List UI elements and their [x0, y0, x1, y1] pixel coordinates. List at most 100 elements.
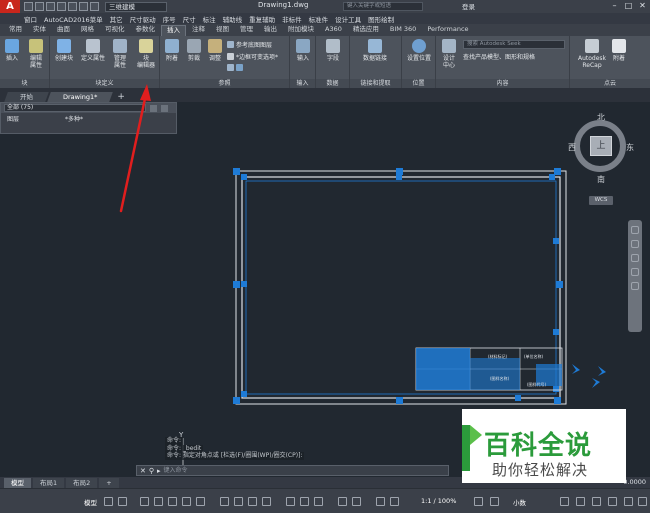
- field-button[interactable]: 字段: [321, 39, 345, 62]
- new-icon[interactable]: [24, 2, 33, 11]
- insert-block-button[interactable]: 插入: [0, 39, 24, 62]
- snap-icon[interactable]: [118, 497, 127, 506]
- model-space-button[interactable]: 模型: [84, 497, 97, 507]
- open-icon[interactable]: [35, 2, 44, 11]
- annotation-visibility-icon[interactable]: [338, 497, 347, 506]
- grid-icon[interactable]: [104, 497, 113, 506]
- tab-featured-apps[interactable]: 精选应用: [348, 25, 384, 36]
- edit-attribute-button[interactable]: 编辑 属性: [24, 39, 48, 69]
- tab-model[interactable]: 模型: [4, 477, 31, 488]
- lineweight-icon[interactable]: [220, 497, 229, 506]
- 3d-object-snap-icon[interactable]: [262, 497, 271, 506]
- tab-parametric[interactable]: 参数化: [131, 25, 161, 36]
- seek-search-input[interactable]: 搜索 Autodesk Seek: [463, 40, 565, 49]
- import-button[interactable]: 输入: [291, 39, 315, 62]
- tab-annotate[interactable]: 注释: [187, 25, 210, 36]
- tab-layout1[interactable]: 布局1: [33, 477, 65, 488]
- search-input[interactable]: 键入关键字或短语: [343, 2, 423, 11]
- tab-start[interactable]: 开始: [4, 92, 49, 102]
- showmotion-icon[interactable]: [631, 282, 639, 290]
- menu-item[interactable]: 其它: [110, 14, 123, 24]
- customize-icon[interactable]: ⚲: [149, 467, 154, 475]
- tab-a360[interactable]: A360: [320, 25, 347, 36]
- tab-manage[interactable]: 管理: [235, 25, 258, 36]
- workspace-selector[interactable]: 三维建模: [105, 1, 167, 12]
- menu-item[interactable]: 辅助线: [223, 14, 243, 24]
- viewcube-top-face[interactable]: 上: [590, 136, 612, 156]
- transparency-icon[interactable]: [234, 497, 243, 506]
- minimize-icon[interactable]: –: [610, 1, 619, 10]
- polar-icon[interactable]: [154, 497, 163, 506]
- close-icon[interactable]: ✕: [140, 467, 146, 475]
- xref-icon[interactable]: [236, 64, 243, 71]
- clean-screen-icon[interactable]: [624, 497, 633, 506]
- menu-item[interactable]: 图形绘制: [368, 14, 394, 24]
- add-icon[interactable]: [490, 497, 499, 506]
- title-block[interactable]: (材料标记) (单位名称) (图样代号) (图样名称): [415, 347, 563, 391]
- tab-surface[interactable]: 曲面: [52, 25, 75, 36]
- orbit-icon[interactable]: [631, 268, 639, 276]
- tab-home[interactable]: 常用: [4, 25, 27, 36]
- gizmo-icon[interactable]: [314, 497, 323, 506]
- snap-icon[interactable]: [227, 64, 234, 71]
- annotation-monitor-icon[interactable]: [390, 497, 399, 506]
- isodraft-icon[interactable]: [168, 497, 177, 506]
- object-snap-icon[interactable]: [196, 497, 205, 506]
- isolate-objects-icon[interactable]: [592, 497, 601, 506]
- menu-item[interactable]: 尺寸驱动: [130, 14, 156, 24]
- menu-item[interactable]: 非标件: [282, 14, 302, 24]
- new-tab-icon[interactable]: +: [117, 92, 125, 102]
- selection-filter-icon[interactable]: [300, 497, 309, 506]
- maximize-icon[interactable]: □: [624, 1, 633, 10]
- autocad-logo-icon[interactable]: A: [0, 0, 20, 13]
- menu-item[interactable]: 窗口: [24, 14, 37, 24]
- selection-dropdown[interactable]: 全部 (75): [4, 104, 146, 112]
- underlay-layers-button[interactable]: 参考底图图层: [227, 40, 272, 49]
- create-block-button[interactable]: 创建块: [52, 39, 76, 62]
- hardware-acceleration-icon[interactable]: [608, 497, 617, 506]
- save-icon[interactable]: [46, 2, 55, 11]
- data-link-button[interactable]: 数据链接: [363, 39, 387, 62]
- auto-scale-icon[interactable]: [352, 497, 361, 506]
- dynamic-grip-arrows[interactable]: [572, 364, 606, 388]
- wcs-menu[interactable]: WCS: [589, 196, 613, 205]
- zoom-icon[interactable]: [631, 254, 639, 262]
- menu-item[interactable]: 尺寸: [183, 14, 196, 24]
- lock-ui-icon[interactable]: [576, 497, 585, 506]
- recap-button[interactable]: Autodesk ReCap: [576, 39, 608, 69]
- steering-wheel-icon[interactable]: [631, 226, 639, 234]
- close-icon[interactable]: ✕: [638, 1, 647, 10]
- tab-mesh[interactable]: 网格: [76, 25, 99, 36]
- design-center-button[interactable]: 设计 中心: [437, 39, 461, 69]
- selection-cycling-icon[interactable]: [248, 497, 257, 506]
- tab-view[interactable]: 视图: [211, 25, 234, 36]
- viewcube[interactable]: 北 西 东 上 南 WCS: [568, 112, 634, 207]
- toggle-pickadd-icon[interactable]: [161, 104, 168, 112]
- property-value[interactable]: *多种*: [65, 114, 83, 123]
- undo-icon[interactable]: [79, 2, 88, 11]
- redo-icon[interactable]: [90, 2, 99, 11]
- define-attribute-button[interactable]: 定义属性: [81, 39, 105, 62]
- adjust-button[interactable]: 调整: [203, 39, 227, 62]
- manage-attributes-button[interactable]: 管理 属性: [108, 39, 132, 69]
- tab-drawing1[interactable]: Drawing1*: [47, 92, 114, 102]
- quick-properties-icon[interactable]: [560, 497, 569, 506]
- menu-item[interactable]: 设计工具: [335, 14, 361, 24]
- attach-button[interactable]: 附着: [160, 39, 184, 62]
- attach-point-cloud-button[interactable]: 附着: [607, 39, 631, 62]
- annotation-scale[interactable]: 1:1 / 100%: [421, 497, 456, 505]
- frame-option-dropdown[interactable]: *边框可变选项*: [227, 52, 278, 61]
- tab-visualize[interactable]: 可视化: [100, 25, 130, 36]
- viewcube-south[interactable]: 南: [597, 174, 605, 185]
- tab-performance[interactable]: Performance: [422, 25, 473, 36]
- settings-icon[interactable]: [474, 497, 483, 506]
- tab-bim360[interactable]: BIM 360: [385, 25, 421, 36]
- login-button[interactable]: 登录: [462, 1, 475, 11]
- workspace-switch-icon[interactable]: [376, 497, 385, 506]
- dynamic-ucs-icon[interactable]: [286, 497, 295, 506]
- viewcube-west[interactable]: 西: [568, 142, 576, 153]
- tab-addins[interactable]: 附加模块: [283, 25, 319, 36]
- units-selector[interactable]: 小数: [513, 497, 526, 507]
- command-input[interactable]: 键入命令: [164, 467, 364, 475]
- tab-output[interactable]: 输出: [259, 25, 282, 36]
